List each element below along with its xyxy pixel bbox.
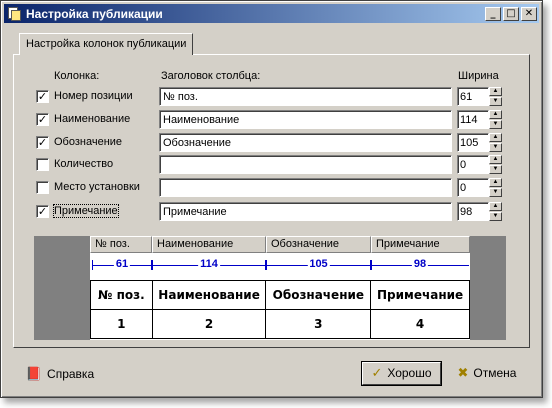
preview-header-cell: Примечание	[371, 236, 470, 253]
width-dimension: 98	[371, 258, 469, 272]
dialog-window: Настройка публикации _ □ ✕ Настройка кол…	[0, 0, 543, 398]
maximize-button[interactable]: □	[503, 6, 519, 21]
column-checkbox-label[interactable]: Примечание	[53, 204, 119, 218]
width-dimension: 114	[152, 258, 266, 272]
width-input[interactable]: 98	[457, 202, 489, 221]
spin-down-icon[interactable]: ▼	[489, 120, 502, 129]
help-book-icon: 📕	[25, 367, 43, 382]
column-row: ✓ Обозначение Обозначение 105 ▲ ▼	[1, 133, 544, 153]
width-dimension: 105	[266, 258, 371, 272]
caption-input[interactable]: Обозначение	[159, 133, 452, 152]
column-checkbox[interactable]: ✓	[36, 136, 49, 149]
preview-table-cell: № поз.	[90, 280, 153, 310]
preview-column-headers: № поз. Наименование Обозначение Примечан…	[90, 236, 470, 253]
publication-icon	[6, 6, 22, 22]
spin-down-icon[interactable]: ▼	[489, 143, 502, 152]
width-input[interactable]: 0	[457, 178, 489, 197]
title-bar[interactable]: Настройка публикации _ □ ✕	[4, 4, 539, 23]
preview-dimension-lines: 61 114 105 98	[90, 258, 470, 272]
minimize-button[interactable]: _	[485, 6, 501, 21]
checkmark-icon: ✓	[371, 366, 383, 381]
width-spinner[interactable]: ▲ ▼	[489, 133, 502, 152]
tab-column-settings[interactable]: Настройка колонок публикации	[19, 33, 194, 55]
caption-input[interactable]	[159, 178, 452, 197]
preview-table-cell: 4	[370, 309, 470, 339]
ok-button-label: Хорошо	[387, 366, 432, 380]
width-dimension-value: 105	[307, 258, 330, 271]
column-checkbox-label[interactable]: Наименование	[54, 113, 130, 125]
width-spinner[interactable]: ▲ ▼	[489, 87, 502, 106]
preview-table-cell: Примечание	[370, 280, 470, 310]
column-row: ✓ Наименование Наименование 114 ▲ ▼	[1, 110, 544, 130]
column-row: ✓ Номер позиции № поз. 61 ▲ ▼	[1, 87, 544, 107]
cancel-button-label: Отмена	[473, 366, 517, 380]
width-dimension-value: 114	[198, 258, 220, 271]
spin-up-icon[interactable]: ▲	[489, 133, 502, 142]
cross-icon: ✖	[457, 366, 469, 381]
publication-preview: № поз. Наименование Обозначение Примечан…	[34, 236, 506, 340]
column-checkbox-label[interactable]: Номер позиции	[54, 90, 133, 102]
close-button[interactable]: ✕	[521, 6, 537, 21]
preview-paper: № поз. Наименование Обозначение Примечан…	[90, 236, 470, 340]
column-checkbox-label[interactable]: Обозначение	[54, 136, 122, 148]
column-row: Место установки 0 ▲ ▼	[1, 178, 544, 198]
width-dimension: 61	[92, 258, 152, 272]
column-checkbox[interactable]: ✓	[36, 90, 49, 103]
preview-table-cell: 1	[90, 309, 153, 339]
column-checkbox[interactable]	[36, 158, 49, 171]
preview-header-cell: Наименование	[152, 236, 266, 253]
width-spinner[interactable]: ▲ ▼	[489, 110, 502, 129]
caption-input[interactable]: Примечание	[159, 202, 452, 221]
spin-up-icon[interactable]: ▲	[489, 178, 502, 187]
spin-up-icon[interactable]: ▲	[489, 202, 502, 211]
preview-table-cell: Наименование	[151, 280, 267, 310]
preview-table-cell: 3	[265, 309, 372, 339]
width-dimension-value: 61	[113, 258, 131, 271]
spin-up-icon[interactable]: ▲	[489, 87, 502, 96]
caption-input[interactable]: Наименование	[159, 110, 452, 129]
spin-down-icon[interactable]: ▼	[489, 97, 502, 106]
column-checkbox-label[interactable]: Место установки	[54, 181, 140, 193]
ok-button[interactable]: ✓ Хорошо	[361, 361, 442, 386]
preview-table: № поз. Наименование Обозначение Примечан…	[90, 280, 470, 339]
preview-header-cell: Обозначение	[266, 236, 371, 253]
cancel-button[interactable]: ✖ Отмена	[448, 362, 526, 385]
spin-down-icon[interactable]: ▼	[489, 188, 502, 197]
width-spinner[interactable]: ▲ ▼	[489, 155, 502, 174]
spin-up-icon[interactable]: ▲	[489, 155, 502, 164]
width-input[interactable]: 0	[457, 155, 489, 174]
width-input[interactable]: 61	[457, 87, 489, 106]
caption-input[interactable]: № поз.	[159, 87, 452, 106]
help-button-label: Справка	[47, 367, 95, 381]
width-spinner[interactable]: ▲ ▼	[489, 202, 502, 221]
preview-header-cell: № поз.	[90, 236, 152, 253]
column-row: Количество 0 ▲ ▼	[1, 155, 544, 175]
column-checkbox-label[interactable]: Количество	[54, 158, 113, 170]
column-row: ✓ Примечание Примечание 98 ▲ ▼	[1, 202, 544, 222]
window-title: Настройка публикации	[26, 6, 163, 21]
width-input[interactable]: 114	[457, 110, 489, 129]
spin-up-icon[interactable]: ▲	[489, 110, 502, 119]
column-checkbox[interactable]: ✓	[36, 113, 49, 126]
preview-table-cell: Обозначение	[265, 280, 372, 310]
column-checkbox[interactable]	[36, 181, 49, 194]
caption-header-label: Заголовок столбца:	[161, 70, 261, 82]
column-header-label: Колонка:	[54, 70, 100, 82]
caption-input[interactable]	[159, 155, 452, 174]
help-button[interactable]: 📕 Справка	[19, 363, 101, 386]
spin-down-icon[interactable]: ▼	[489, 212, 502, 221]
width-header-label: Ширина	[458, 70, 499, 82]
width-dimension-value: 98	[411, 258, 429, 271]
preview-table-cell: 2	[151, 309, 267, 339]
width-spinner[interactable]: ▲ ▼	[489, 178, 502, 197]
column-checkbox[interactable]: ✓	[36, 205, 49, 218]
preview-table-header-row: № поз. Наименование Обозначение Примечан…	[90, 280, 470, 310]
width-input[interactable]: 105	[457, 133, 489, 152]
preview-table-number-row: 1 2 3 4	[90, 309, 470, 339]
spin-down-icon[interactable]: ▼	[489, 165, 502, 174]
